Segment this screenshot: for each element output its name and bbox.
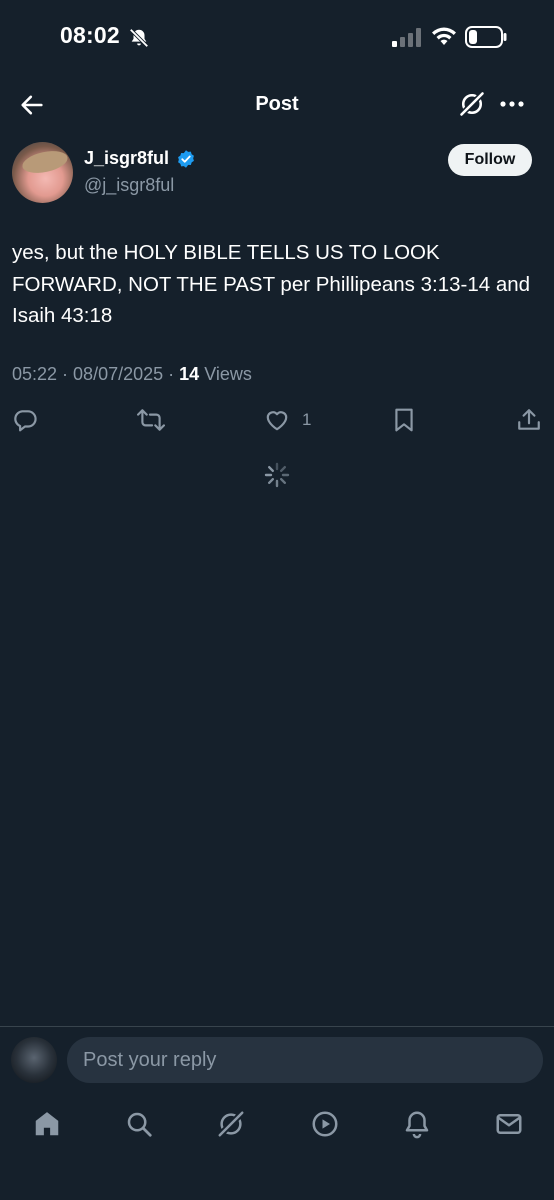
reply-avatar [11,1037,57,1083]
signal-icon [392,27,422,47]
author-name[interactable]: J_isgr8ful [84,148,169,169]
grok-icon[interactable] [216,1108,246,1140]
wifi-icon [431,25,457,47]
avatar[interactable] [12,142,73,203]
like-icon[interactable] [263,407,291,433]
back-arrow-icon[interactable] [18,91,46,119]
messages-icon[interactable] [494,1108,524,1140]
reply-input[interactable]: Post your reply [67,1037,543,1083]
verified-badge-icon[interactable] [176,149,196,169]
bookmark-icon[interactable] [392,407,416,433]
views-label: Views [204,364,252,384]
home-icon[interactable] [32,1108,62,1140]
loading-spinner-icon [264,462,290,488]
search-icon[interactable] [124,1108,154,1140]
battery-icon [465,26,507,48]
post-date: 08/07/2025 [73,364,164,384]
post-time: 05:22 [12,364,58,384]
status-time: 08:02 [60,22,120,48]
notifications-icon[interactable] [402,1108,432,1140]
bell-mute-icon [128,27,150,49]
like-count: 1 [302,410,312,429]
follow-button[interactable]: Follow [448,144,532,176]
post-text: yes, but the HOLY BIBLE TELLS US TO LOOK… [12,241,531,327]
reply-icon[interactable] [12,407,38,433]
video-icon[interactable] [310,1108,340,1140]
grok-icon[interactable] [458,90,486,118]
post-meta: 05:22 · 08/07/2025 · 14 Views [12,364,252,384]
views-count: 14 [179,364,200,384]
share-icon[interactable] [516,407,542,433]
more-icon[interactable] [499,96,525,112]
repost-icon[interactable] [137,407,165,433]
author-handle[interactable]: @j_isgr8ful [84,175,174,196]
